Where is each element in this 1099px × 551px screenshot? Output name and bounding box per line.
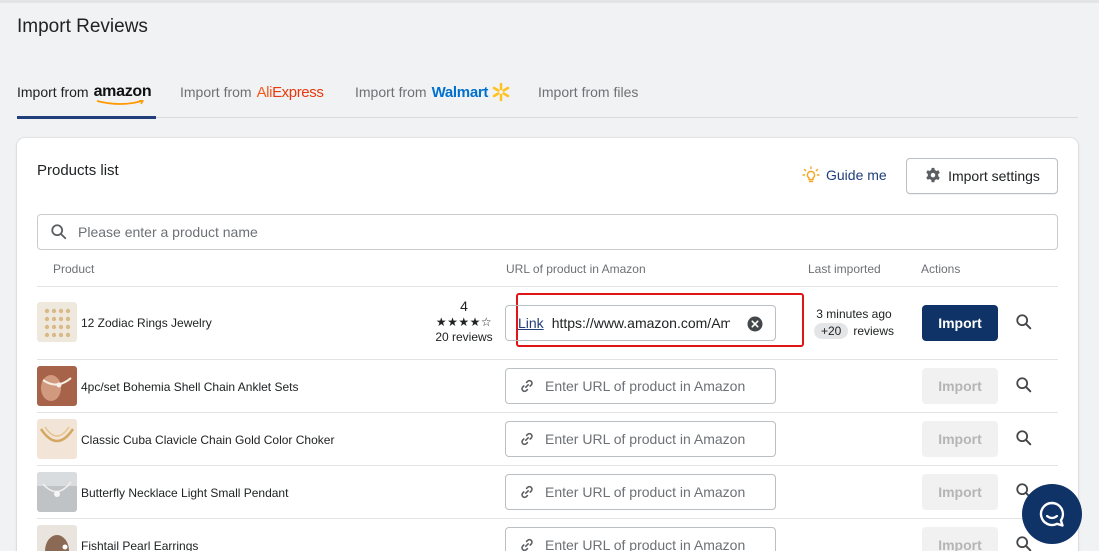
- link-icon: [521, 432, 533, 446]
- product-thumbnail: [37, 419, 77, 459]
- tab-amazon[interactable]: Import from amazon: [17, 66, 156, 119]
- magnifier-icon[interactable]: [1015, 429, 1033, 447]
- url-placeholder: Enter URL of product in Amazon: [545, 431, 746, 447]
- url-link[interactable]: Link: [518, 315, 544, 331]
- clear-icon[interactable]: [747, 316, 763, 332]
- import-source-tabs: Import from amazon Import from AliExpres…: [17, 66, 1078, 119]
- aliexpress-logo: AliExpress: [257, 84, 324, 101]
- import-button[interactable]: Import: [922, 474, 998, 510]
- magnifier-icon[interactable]: [1015, 376, 1033, 394]
- link-icon: [521, 538, 533, 551]
- product-name: 4pc/set Bohemia Shell Chain Anklet Sets: [81, 380, 299, 394]
- tab-walmart[interactable]: Import from Walmart: [355, 66, 511, 118]
- url-field[interactable]: Link https://www.amazon.com/Amazon-Essen…: [505, 305, 776, 341]
- last-imported: 3 minutes ago +20 reviews: [809, 307, 899, 339]
- chat-icon: [1039, 501, 1065, 527]
- tab-walmart-prefix: Import from: [355, 84, 427, 100]
- header-product: Product: [53, 262, 95, 276]
- review-count: 20 reviews: [435, 330, 493, 344]
- product-thumbnail: [37, 366, 77, 406]
- guide-me-link[interactable]: Guide me: [802, 166, 887, 184]
- url-field[interactable]: Enter URL of product in Amazon: [505, 474, 776, 510]
- magnifier-icon[interactable]: [1015, 313, 1033, 331]
- import-button[interactable]: Import: [922, 421, 998, 457]
- chat-launcher-button[interactable]: [1022, 484, 1082, 544]
- header-url: URL of product in Amazon: [506, 262, 646, 276]
- table-row: Fishtail Pearl Earrings Enter URL of pro…: [37, 518, 1058, 551]
- product-name: 12 Zodiac Rings Jewelry: [81, 316, 212, 330]
- header-actions: Actions: [921, 262, 961, 276]
- import-settings-button[interactable]: Import settings: [906, 158, 1058, 194]
- link-icon: [521, 485, 533, 499]
- product-rating: 4 ★★★★☆ 20 reviews: [417, 298, 511, 344]
- top-divider: [0, 0, 1099, 3]
- last-imported-time: 3 minutes ago: [816, 307, 892, 321]
- tab-files[interactable]: Import from files: [538, 66, 638, 118]
- amazon-logo-text: amazon: [93, 83, 152, 100]
- table-row: 4pc/set Bohemia Shell Chain Anklet Sets …: [37, 359, 1058, 412]
- imported-count-suffix: reviews: [853, 324, 895, 338]
- url-placeholder: Enter URL of product in Amazon: [545, 537, 746, 551]
- product-thumbnail: [37, 302, 77, 342]
- walmart-logo-text: Walmart: [431, 83, 489, 101]
- product-name: Classic Cuba Clavicle Chain Gold Color C…: [81, 433, 335, 447]
- product-thumbnail: [37, 472, 77, 512]
- url-value: https://www.amazon.com/Amazon-Essentials: [551, 315, 730, 331]
- product-thumbnail: [37, 525, 77, 551]
- search-input[interactable]: [78, 224, 1057, 240]
- url-field[interactable]: Enter URL of product in Amazon: [505, 368, 776, 404]
- tab-aliexpress[interactable]: Import from AliExpress: [180, 66, 324, 118]
- table-row: Butterfly Necklace Light Small Pendant E…: [37, 465, 1058, 518]
- product-name: Butterfly Necklace Light Small Pendant: [81, 486, 289, 500]
- import-settings-label: Import settings: [948, 168, 1040, 184]
- magnifier-icon[interactable]: [1015, 535, 1033, 551]
- url-field[interactable]: Enter URL of product in Amazon: [505, 421, 776, 457]
- imported-count-badge: +20: [813, 323, 849, 339]
- lightbulb-icon: [802, 166, 820, 183]
- guide-me-label: Guide me: [826, 167, 887, 183]
- products-card: Products list Guide me Import settings P…: [17, 138, 1078, 551]
- products-list-title: Products list: [37, 162, 119, 179]
- table-row: 12 Zodiac Rings Jewelry 4 ★★★★☆ 20 revie…: [37, 286, 1058, 359]
- gear-icon: [926, 167, 940, 183]
- table-row: Classic Cuba Clavicle Chain Gold Color C…: [37, 412, 1058, 465]
- tab-amazon-prefix: Import from: [17, 84, 89, 100]
- url-field[interactable]: Enter URL of product in Amazon: [505, 527, 776, 551]
- import-button[interactable]: Import: [922, 305, 998, 341]
- link-icon: [521, 379, 533, 393]
- url-placeholder: Enter URL of product in Amazon: [545, 378, 746, 394]
- rating-stars: ★★★★☆: [435, 315, 493, 329]
- product-search: [37, 214, 1058, 250]
- aliexpress-logo-part2: Express: [272, 83, 324, 101]
- import-button[interactable]: Import: [922, 368, 998, 404]
- search-icon: [51, 224, 67, 240]
- amazon-smile-icon: [96, 100, 144, 105]
- tab-aliexpress-prefix: Import from: [180, 84, 252, 100]
- aliexpress-logo-part1: Ali: [256, 83, 273, 101]
- walmart-spark-icon: [492, 82, 510, 102]
- import-button[interactable]: Import: [922, 527, 998, 551]
- amazon-logo: amazon: [93, 83, 152, 105]
- url-placeholder: Enter URL of product in Amazon: [545, 484, 746, 500]
- header-last-imported: Last imported: [808, 262, 881, 276]
- page-title: Import Reviews: [17, 16, 148, 37]
- rating-value: 4: [460, 298, 468, 314]
- product-name: Fishtail Pearl Earrings: [81, 539, 199, 551]
